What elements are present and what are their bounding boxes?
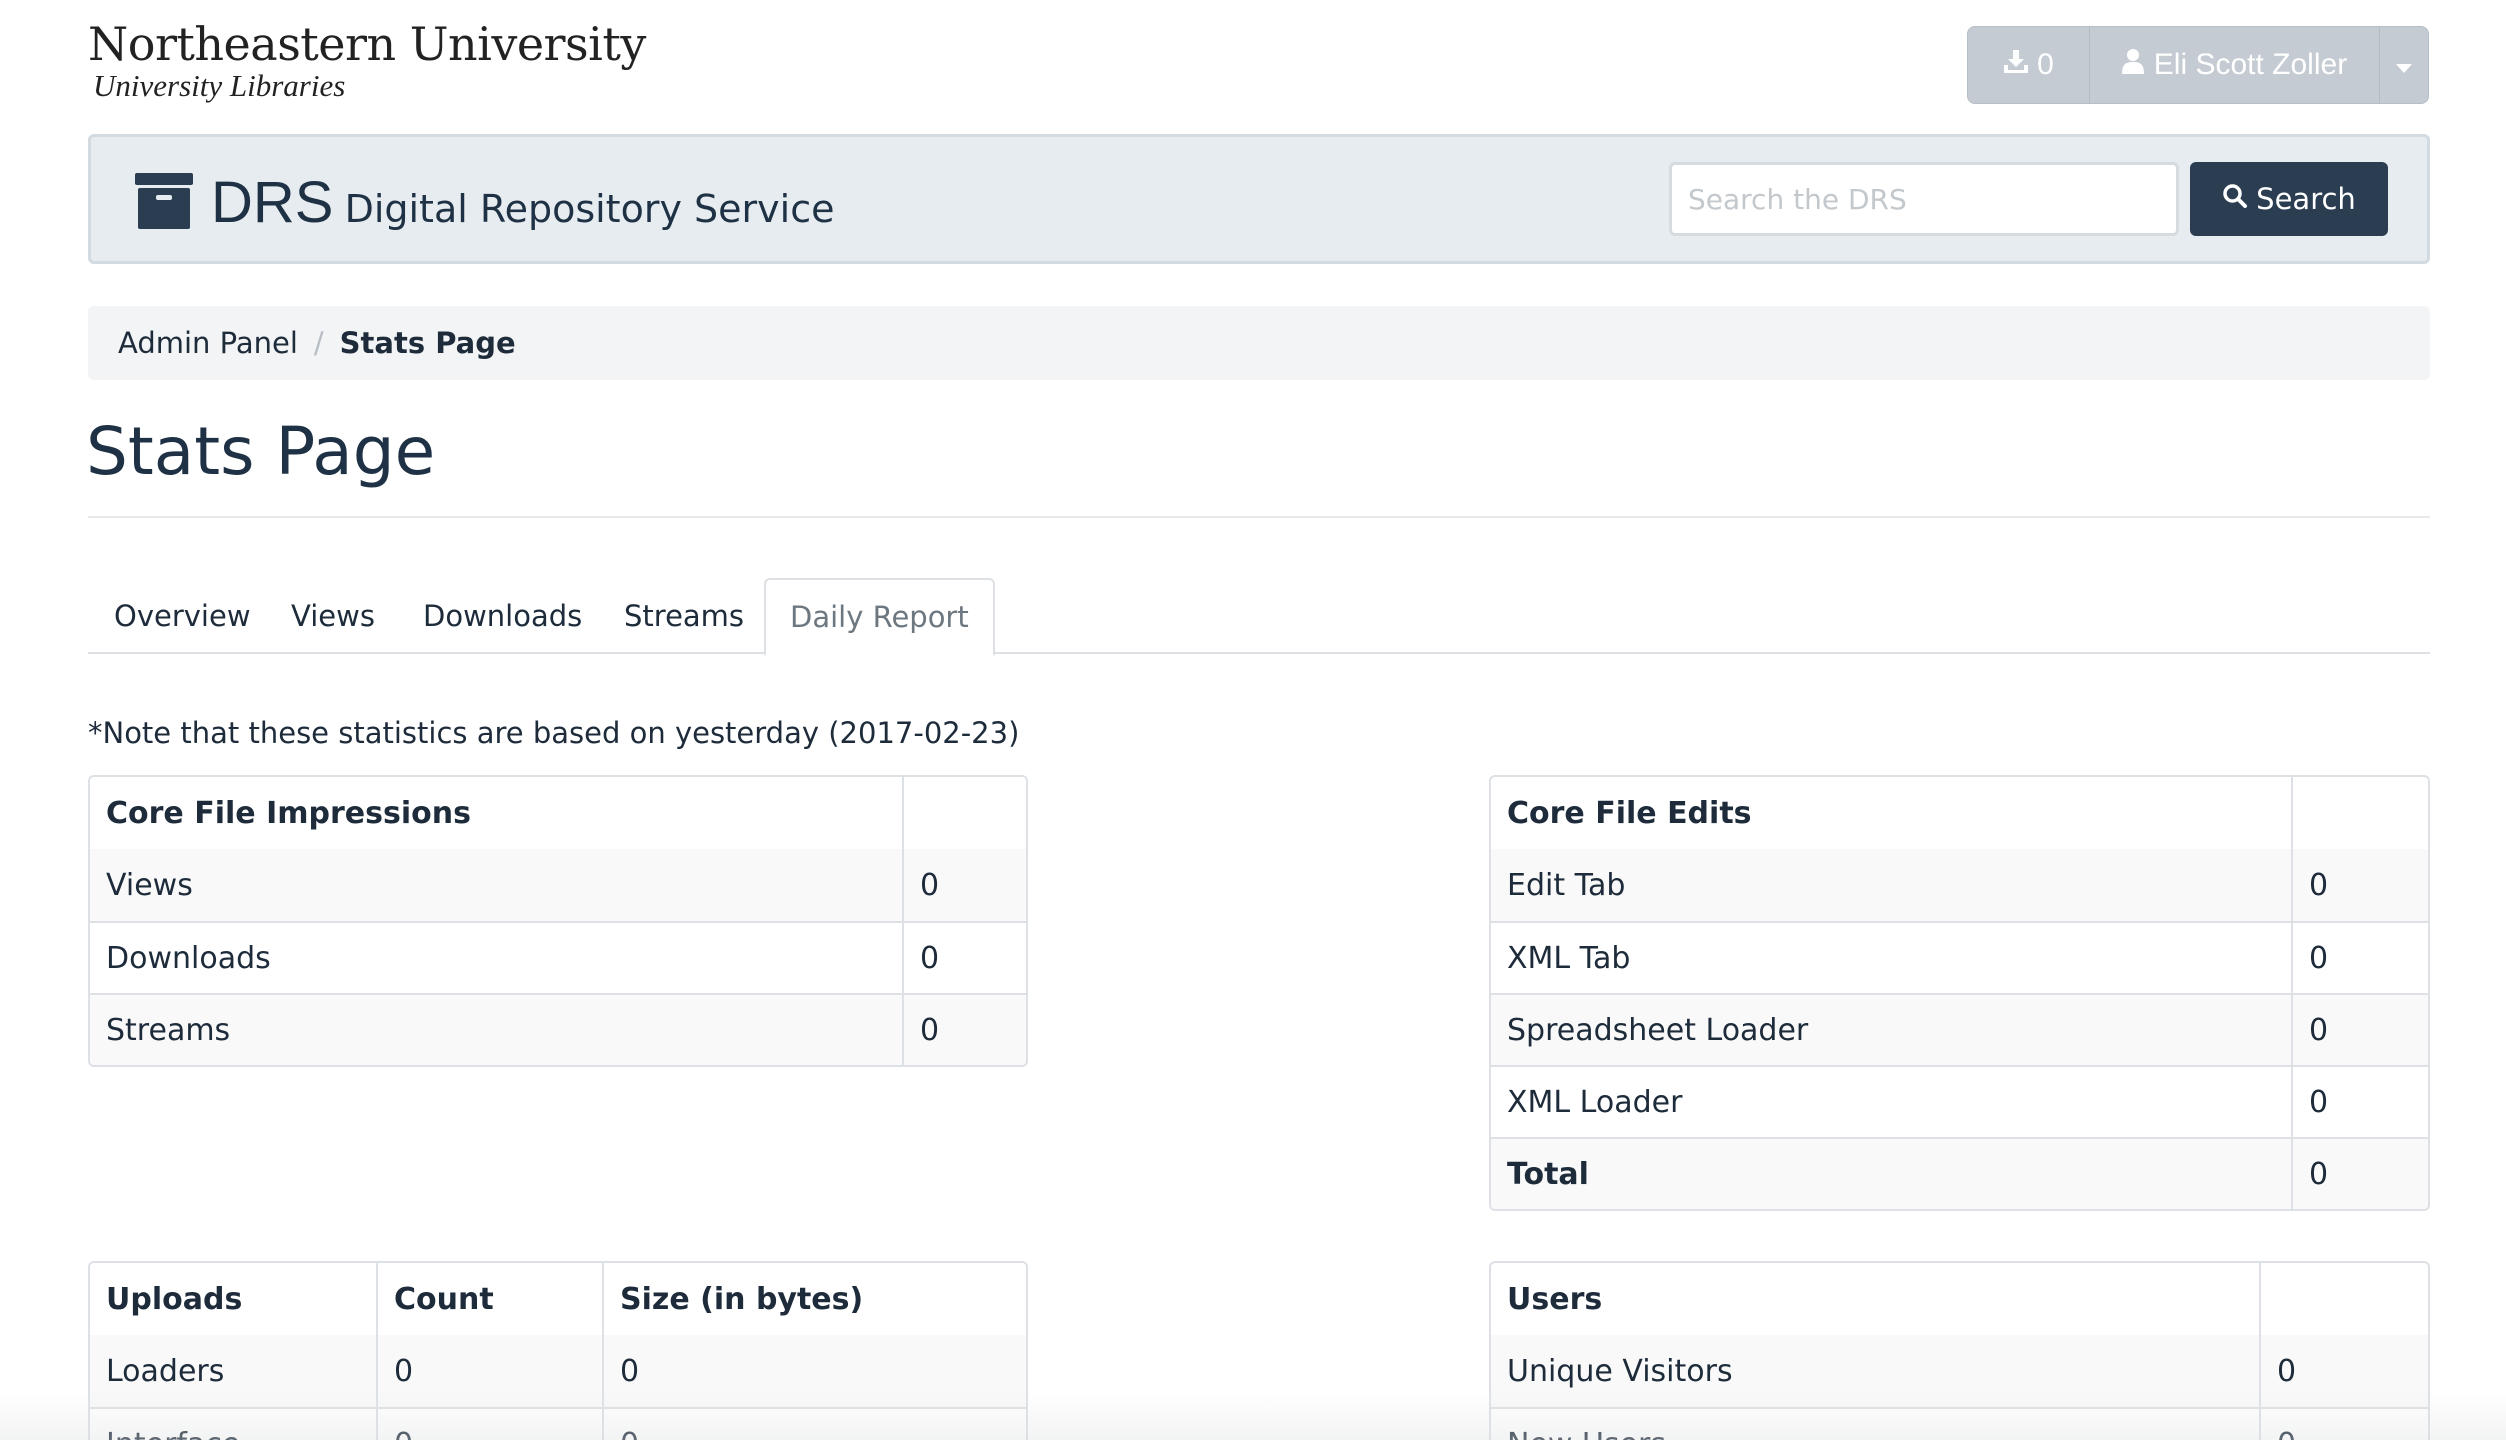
drs-full-name: Digital Repository Service: [344, 187, 835, 231]
row-label: Interface: [90, 1407, 376, 1440]
row-label: Unique Visitors: [1491, 1335, 2259, 1407]
row-label: Loaders: [90, 1335, 376, 1407]
search-input[interactable]: [1669, 162, 2179, 236]
table-header-row: Core File Edits: [1491, 777, 2428, 849]
stats-tabs: Overview Views Downloads Streams Daily R…: [88, 578, 2430, 656]
tab-streams[interactable]: Streams: [624, 578, 744, 654]
breadcrumb: Admin Panel / Stats Page: [88, 306, 2430, 380]
breadcrumb-admin-panel[interactable]: Admin Panel: [118, 326, 298, 360]
row-value: 0: [2291, 993, 2428, 1065]
title-divider: [88, 516, 2430, 518]
row-value: 0: [2259, 1407, 2428, 1440]
brand-name: Northeastern University: [88, 17, 646, 71]
table-row: Interface 0 0: [90, 1407, 1026, 1440]
table-header-row: Users: [1491, 1263, 2428, 1335]
stats-page: Northeastern University University Libra…: [0, 0, 2506, 1440]
row-value: 0: [2259, 1335, 2428, 1407]
user-icon: [2121, 48, 2144, 82]
table-row: Loaders 0 0: [90, 1335, 1026, 1407]
uploads-table: Uploads Count Size (in bytes) Loaders 0 …: [88, 1261, 1028, 1440]
table-row: Unique Visitors 0: [1491, 1335, 2428, 1407]
download-count: 0: [2037, 48, 2054, 81]
row-label: XML Tab: [1491, 921, 2291, 993]
table-header-cell: [2259, 1263, 2428, 1335]
table-row: Downloads 0: [90, 921, 1026, 993]
row-count: 0: [376, 1335, 602, 1407]
row-value-total: 0: [2291, 1137, 2428, 1209]
breadcrumb-separator: /: [313, 326, 324, 360]
table-header-row: Core File Impressions: [90, 777, 1026, 849]
table-row: Views 0: [90, 849, 1026, 921]
row-label: Downloads: [90, 921, 902, 993]
table-header-cell: Core File Edits: [1507, 795, 1752, 831]
table-header-row: Uploads Count Size (in bytes): [90, 1263, 1026, 1335]
row-value: 0: [2291, 849, 2428, 921]
downloads-button[interactable]: 0: [1968, 27, 2090, 103]
drs-abbr: DRS: [211, 170, 334, 235]
row-label: New Users: [1491, 1407, 2259, 1440]
table-row: New Users 0: [1491, 1407, 2428, 1440]
row-label: Edit Tab: [1491, 849, 2291, 921]
row-label: XML Loader: [1491, 1065, 2291, 1137]
row-count: 0: [376, 1407, 602, 1440]
drs-header: DRS Digital Repository Service Search: [88, 134, 2430, 264]
row-size: 0: [602, 1335, 1026, 1407]
search-icon: [2222, 182, 2248, 216]
users-table: Users Unique Visitors 0 New Users 0: [1489, 1261, 2430, 1440]
tab-overview[interactable]: Overview: [114, 578, 251, 654]
table-header-cell: [902, 777, 1026, 849]
row-size: 0: [602, 1407, 1026, 1440]
table-header-cell: Count: [376, 1263, 602, 1335]
row-value: 0: [902, 921, 1026, 993]
university-logo[interactable]: Northeastern University University Libra…: [88, 20, 646, 104]
row-value: 0: [2291, 1065, 2428, 1137]
archive-box-icon[interactable]: [135, 173, 193, 229]
table-header-cell: Core File Impressions: [106, 795, 471, 831]
statistics-note: *Note that these statistics are based on…: [88, 716, 1020, 750]
core-file-edits-table: Core File Edits Edit Tab 0 XML Tab 0 Spr…: [1489, 775, 2430, 1211]
user-account-button[interactable]: Eli Scott Zoller: [2090, 27, 2380, 103]
row-label-total: Total: [1491, 1137, 2291, 1209]
table-row: Total 0: [1491, 1137, 2428, 1209]
row-value: 0: [902, 849, 1026, 921]
row-label: Views: [90, 849, 902, 921]
search-button-label: Search: [2256, 182, 2356, 216]
caret-down-icon: [2396, 48, 2412, 82]
table-header-cell: Size (in bytes): [602, 1263, 1026, 1335]
page-title: Stats Page: [86, 413, 436, 490]
table-row: Spreadsheet Loader 0: [1491, 993, 2428, 1065]
table-row: Streams 0: [90, 993, 1026, 1065]
breadcrumb-current: Stats Page: [339, 326, 516, 360]
row-value: 0: [902, 993, 1026, 1065]
user-name: Eli Scott Zoller: [2153, 48, 2348, 81]
search-button[interactable]: Search: [2190, 162, 2388, 236]
row-label: Spreadsheet Loader: [1491, 993, 2291, 1065]
table-row: XML Tab 0: [1491, 921, 2428, 993]
table-header-cell: Users: [1507, 1281, 1603, 1317]
user-menu-toggle[interactable]: [2380, 27, 2428, 103]
tab-daily-report[interactable]: Daily Report: [764, 578, 995, 656]
table-header-cell: [2291, 777, 2428, 849]
tab-downloads[interactable]: Downloads: [423, 578, 582, 654]
table-row: XML Loader 0: [1491, 1065, 2428, 1137]
row-label: Streams: [90, 993, 902, 1065]
drs-title[interactable]: DRS Digital Repository Service: [211, 169, 834, 236]
download-icon: [2003, 48, 2029, 82]
table-header-cell: Uploads: [106, 1281, 243, 1317]
core-file-impressions-table: Core File Impressions Views 0 Downloads …: [88, 775, 1028, 1067]
row-value: 0: [2291, 921, 2428, 993]
table-row: Edit Tab 0: [1491, 849, 2428, 921]
user-button-group: 0 Eli Scott Zoller: [1967, 26, 2429, 104]
tab-views[interactable]: Views: [291, 578, 375, 654]
brand-subtitle: University Libraries: [93, 68, 346, 104]
